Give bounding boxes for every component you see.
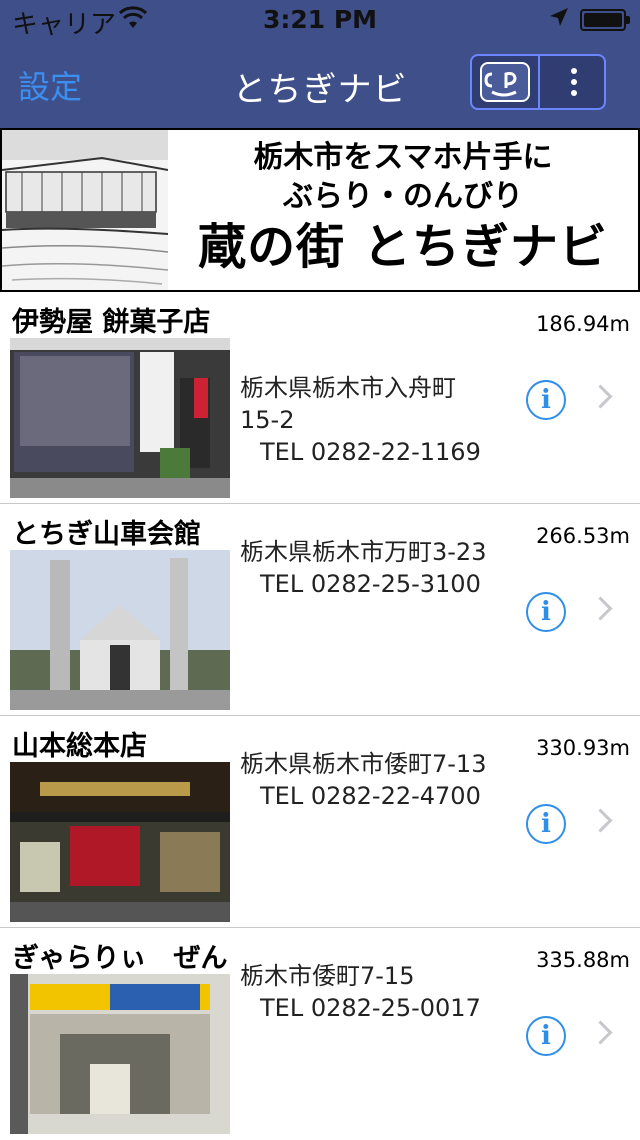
banner-line-1: 栃木市をスマホ片手に: [253, 140, 553, 175]
item-tel: TEL 0282-25-0017: [260, 994, 481, 1022]
chevron-right-icon: [588, 384, 613, 409]
list-item[interactable]: 伊勢屋 餅菓子店 186.94m 栃木県栃木市入舟町 15-2 TEL 0282…: [0, 292, 640, 504]
item-address: 栃木県栃木市万町3-23: [240, 538, 487, 566]
location-arrow-icon: [550, 8, 568, 26]
item-address-line-2: 15-2: [240, 406, 295, 434]
item-tel: TEL 0282-22-4700: [260, 782, 481, 810]
info-icon[interactable]: i: [526, 1016, 566, 1056]
battery-icon: [580, 9, 630, 31]
chevron-right-icon: [588, 808, 613, 833]
item-address: 栃木県栃木市倭町7-13: [240, 750, 487, 778]
item-name: 山本総本店: [12, 731, 147, 762]
item-distance: 335.88m: [536, 948, 630, 972]
info-icon[interactable]: i: [526, 380, 566, 420]
banner-illustration: [2, 130, 168, 290]
status-bar: キャリア 3:21 PM: [0, 0, 640, 40]
item-tel: TEL 0282-22-1169: [260, 438, 481, 466]
list-item[interactable]: とちぎ山車会館 266.53m 栃木県栃木市万町3-23 TEL 0282-25…: [0, 504, 640, 716]
item-name: ぎゃらりぃ ぜん: [12, 943, 228, 974]
chevron-right-icon: [588, 596, 613, 621]
item-distance: 266.53m: [536, 524, 630, 548]
list-item[interactable]: ぎゃらりぃ ぜん 335.88m 栃木市倭町7-15 TEL 0282-25-0…: [0, 928, 640, 1140]
status-time: 3:21 PM: [262, 5, 378, 34]
item-address: 栃木県栃木市入舟町: [240, 374, 456, 402]
navigation-bar: 設定 とちぎナビ: [0, 40, 640, 128]
nav-button-divider: [538, 56, 540, 108]
list-item[interactable]: 山本総本店 330.93m 栃木県栃木市倭町7-13 TEL 0282-22-4…: [0, 716, 640, 928]
promo-banner[interactable]: 栃木市をスマホ片手に ぶらり・のんびり 蔵の街 とちぎナビ: [0, 128, 640, 292]
item-name: 伊勢屋 餅菓子店: [12, 307, 211, 338]
item-tel: TEL 0282-25-3100: [260, 570, 481, 598]
item-distance: 330.93m: [536, 736, 630, 760]
nav-button-group: [470, 54, 606, 110]
more-vertical-icon[interactable]: [556, 62, 592, 102]
banner-line-3: 蔵の街 とちぎナビ: [198, 219, 608, 275]
item-photo: [10, 762, 230, 922]
info-icon[interactable]: i: [526, 592, 566, 632]
item-distance: 186.94m: [536, 312, 630, 336]
item-photo: [10, 974, 230, 1134]
banner-line-2: ぶらり・のんびり: [283, 179, 523, 214]
cp-logo-icon[interactable]: [480, 62, 530, 102]
item-name: とちぎ山車会館: [12, 519, 201, 550]
item-photo: [10, 338, 230, 498]
item-address: 栃木市倭町7-15: [240, 962, 415, 990]
info-icon[interactable]: i: [526, 804, 566, 844]
item-photo: [10, 550, 230, 710]
chevron-right-icon: [588, 1020, 613, 1045]
banner-text: 栃木市をスマホ片手に ぶらり・のんびり 蔵の街 とちぎナビ: [168, 138, 638, 278]
cp-logo-glyph-icon: [484, 72, 517, 97]
